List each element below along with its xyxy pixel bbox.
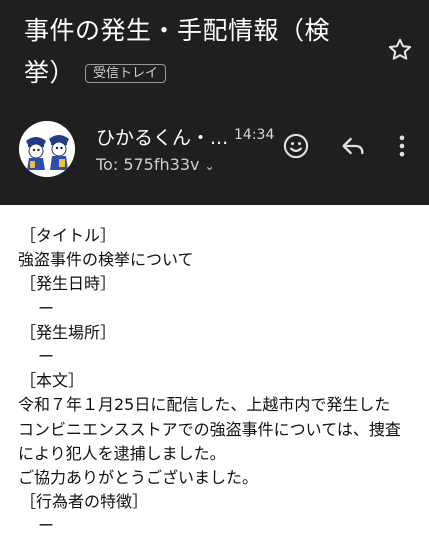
title-label: ［タイトル］ [20, 226, 117, 245]
content-line-4: ご協力ありがとうございました。 [18, 468, 259, 488]
features-label: ［行為者の特徴］ [20, 492, 149, 512]
content-line-1: 令和７年１月25日に配信した、上越市内で発生した [18, 395, 391, 415]
received-time: 14:34 [234, 127, 275, 143]
place-label: ［発生場所］ [20, 322, 117, 342]
email-subject: 事件の発生・手配情報（検 挙） 受信トレイ [24, 10, 374, 94]
avatar-mascot-image [19, 121, 75, 177]
more-vert-icon[interactable] [388, 132, 416, 160]
content-line-3: により犯人を逮捕しました。 [18, 443, 226, 463]
features-value: ー [38, 516, 55, 536]
email-body: ［タイトル］ 強盗事件の検挙について ［発生日時］ ー ［発生場所］ ー ［本文… [18, 224, 418, 539]
emoji-smile-icon[interactable] [282, 132, 310, 160]
email-header: 事件の発生・手配情報（検 挙） 受信トレイ ひかるくん・... 14:34 To… [0, 0, 429, 205]
inbox-label-chip[interactable]: 受信トレイ [85, 64, 167, 83]
reply-icon[interactable] [339, 132, 367, 160]
datetime-label: ［発生日時］ [20, 274, 117, 294]
place-value: ー [38, 347, 55, 367]
content-label: ［本文］ [20, 371, 85, 391]
content-line-2: コンビニエンスストアでの強盗事件については、捜査 [18, 419, 401, 439]
sender-name[interactable]: ひかるくん・... [96, 123, 228, 150]
recipient-line[interactable]: To: 575fh33v ⌄ [96, 155, 215, 174]
title-value: 強盗事件の検挙について [18, 250, 194, 270]
datetime-value: ー [38, 298, 55, 318]
subject-line-2: 挙） [24, 58, 76, 87]
avatar[interactable] [19, 121, 75, 177]
recipient-text: To: 575fh33v [96, 155, 200, 174]
chevron-down-icon[interactable]: ⌄ [204, 159, 214, 173]
star-icon[interactable] [386, 36, 414, 64]
subject-line-1: 事件の発生・手配情報（検 [24, 16, 331, 45]
